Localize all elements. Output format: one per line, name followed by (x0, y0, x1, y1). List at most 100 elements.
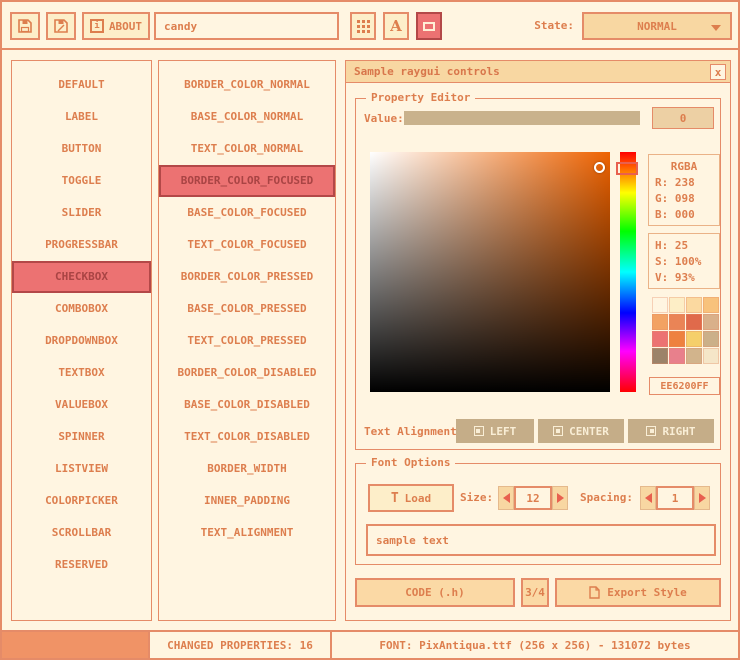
font-spacing-value[interactable]: 1 (656, 486, 694, 510)
style-name-input[interactable] (154, 12, 339, 40)
value-label: Value: (364, 112, 404, 125)
properties-list-item[interactable]: TEXT_COLOR_PRESSED (159, 325, 335, 357)
font-size-label: Size: (460, 491, 493, 504)
palette-swatch[interactable] (703, 348, 719, 364)
size-decrement-button[interactable] (498, 486, 514, 510)
code-button[interactable]: CODE (.h) (355, 578, 515, 607)
hue-bar[interactable] (620, 152, 636, 392)
palette-swatch[interactable] (686, 331, 702, 347)
value-slider[interactable] (404, 111, 640, 125)
palette-swatch[interactable] (669, 348, 685, 364)
palette-swatch[interactable] (703, 331, 719, 347)
window-title: Sample raygui controls (354, 65, 500, 78)
properties-list-item[interactable]: BORDER_COLOR_NORMAL (159, 69, 335, 101)
window-titlebar[interactable]: Sample raygui controls x (346, 61, 730, 83)
size-increment-button[interactable] (552, 486, 568, 510)
controls-list-item[interactable]: CHECKBOX (12, 261, 151, 293)
chevron-right-icon (699, 493, 706, 503)
save-style-button[interactable] (10, 12, 40, 40)
state-label: State: (472, 19, 574, 32)
sample-text-input[interactable] (366, 524, 716, 556)
palette-swatch[interactable] (686, 348, 702, 364)
controls-list-item[interactable]: DROPDOWNBOX (12, 325, 151, 357)
rguistyler-app: i ABOUT A State: NORMAL DEFAULTLABELBUTT (0, 0, 740, 660)
controls-list-item[interactable]: VALUEBOX (12, 389, 151, 421)
align-center-button[interactable]: CENTER (538, 419, 624, 443)
color-picker-area[interactable] (370, 152, 610, 392)
controls-list-item[interactable]: LABEL (12, 101, 151, 133)
palette-swatch[interactable] (652, 314, 668, 330)
font-mode-button[interactable]: A (383, 12, 409, 40)
align-right-button[interactable]: RIGHT (628, 419, 714, 443)
about-button[interactable]: i ABOUT (82, 12, 150, 40)
state-dropdown[interactable]: NORMAL (582, 12, 732, 40)
controls-list-item[interactable]: TEXTBOX (12, 357, 151, 389)
hex-color-input[interactable]: EE6200FF (649, 377, 720, 395)
color-mode-button[interactable] (416, 12, 442, 40)
palette-swatch[interactable] (669, 297, 685, 313)
properties-list-item[interactable]: BORDER_COLOR_PRESSED (159, 261, 335, 293)
properties-list-item[interactable]: INNER_PADDING (159, 485, 335, 517)
controls-list-item[interactable]: SLIDER (12, 197, 151, 229)
properties-list-item[interactable]: BORDER_COLOR_FOCUSED (159, 165, 335, 197)
rgba-b-value: B: 000 (655, 207, 713, 223)
properties-list-item[interactable]: TEXT_COLOR_DISABLED (159, 421, 335, 453)
palette-swatch[interactable] (652, 348, 668, 364)
align-right-icon (646, 426, 656, 436)
controls-list-item[interactable]: COLORPICKER (12, 485, 151, 517)
font-options-group: Font Options T Load Size: 12 Spacing: (355, 463, 721, 565)
controls-list-item[interactable]: RESERVED (12, 549, 151, 581)
properties-list-item[interactable]: BORDER_WIDTH (159, 453, 335, 485)
value-box[interactable]: 0 (652, 107, 714, 129)
properties-list-item[interactable]: TEXT_COLOR_FOCUSED (159, 229, 335, 261)
controls-list-item[interactable]: COMBOBOX (12, 293, 151, 325)
save-icon (17, 18, 33, 34)
window-close-button[interactable]: x (710, 64, 726, 80)
export-style-button[interactable]: Export Style (555, 578, 721, 607)
properties-list-item[interactable]: TEXT_COLOR_NORMAL (159, 133, 335, 165)
rgba-panel-title: RGBA (655, 159, 713, 175)
properties-list-item[interactable]: BASE_COLOR_NORMAL (159, 101, 335, 133)
palette-swatch[interactable] (669, 314, 685, 330)
font-size-value[interactable]: 12 (514, 486, 552, 510)
font-letter-icon: A (390, 17, 402, 35)
font-size-text: 12 (526, 492, 539, 505)
rgba-g-value: G: 098 (655, 191, 713, 207)
palette-swatch[interactable] (652, 331, 668, 347)
palette-swatch[interactable] (686, 314, 702, 330)
properties-list-item[interactable]: BASE_COLOR_PRESSED (159, 293, 335, 325)
palette-swatch[interactable] (703, 297, 719, 313)
grid-view-button[interactable] (350, 12, 376, 40)
properties-list-item[interactable]: BASE_COLOR_FOCUSED (159, 197, 335, 229)
controls-list-item[interactable]: DEFAULT (12, 69, 151, 101)
properties-list-item[interactable]: BASE_COLOR_DISABLED (159, 389, 335, 421)
properties-list: BORDER_COLOR_NORMALBASE_COLOR_NORMALTEXT… (158, 60, 336, 621)
about-button-label: ABOUT (109, 20, 142, 33)
font-size-spinner: 12 (498, 486, 568, 510)
palette-swatch[interactable] (652, 297, 668, 313)
palette-swatch[interactable] (686, 297, 702, 313)
align-left-button[interactable]: LEFT (456, 419, 534, 443)
palette-swatch[interactable] (703, 314, 719, 330)
palette-swatch[interactable] (669, 331, 685, 347)
color-picker-cursor-icon[interactable] (594, 162, 605, 173)
controls-list-item[interactable]: PROGRESSBAR (12, 229, 151, 261)
value-box-text: 0 (680, 112, 687, 125)
controls-list-item[interactable]: TOGGLE (12, 165, 151, 197)
spacing-decrement-button[interactable] (640, 486, 656, 510)
controls-list-item[interactable]: SCROLLBAR (12, 517, 151, 549)
properties-list-item[interactable]: BORDER_COLOR_DISABLED (159, 357, 335, 389)
controls-list: DEFAULTLABELBUTTONTOGGLESLIDERPROGRESSBA… (11, 60, 152, 621)
controls-list-item[interactable]: SPINNER (12, 421, 151, 453)
font-spacing-text: 1 (672, 492, 679, 505)
save-style-as-button[interactable] (46, 12, 76, 40)
info-icon: i (90, 19, 104, 33)
export-style-label: Export Style (607, 586, 686, 599)
controls-list-item[interactable]: BUTTON (12, 133, 151, 165)
properties-list-item[interactable]: TEXT_ALIGNMENT (159, 517, 335, 549)
hue-marker-icon[interactable] (616, 162, 638, 175)
controls-list-item[interactable]: LISTVIEW (12, 453, 151, 485)
load-font-button[interactable]: T Load (368, 484, 454, 512)
spacing-increment-button[interactable] (694, 486, 710, 510)
font-options-group-label: Font Options (366, 456, 455, 469)
